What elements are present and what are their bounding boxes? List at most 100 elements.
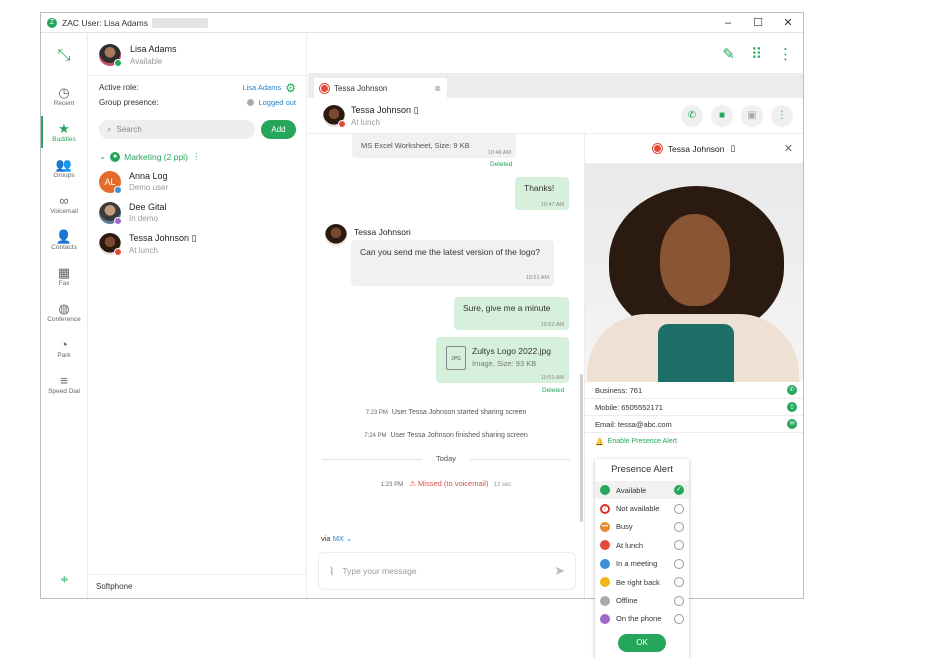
close-window-button[interactable]: ✕ [773, 13, 803, 33]
globe-icon: ◍ [58, 301, 70, 316]
more-menu-icon[interactable]: ⋮ [778, 45, 793, 63]
presence-option-offline[interactable]: Offline [595, 591, 689, 609]
more-icon[interactable]: ⋮ [192, 151, 201, 162]
maximize-button[interactable]: ☐ [743, 13, 773, 33]
file-caption: MS Excel Worksheet, Size: 9 KB [361, 141, 470, 150]
presence-option-available[interactable]: Available ✓ [595, 481, 689, 500]
system-message: 7:24 PM User Tessa Johnson finished shari… [308, 432, 584, 439]
chevron-down-icon: ⌄ [99, 151, 107, 161]
avatar: AL [99, 170, 122, 194]
in-meeting-icon [600, 558, 610, 569]
screen-share-button[interactable]: ▣ [741, 105, 763, 127]
attach-icon[interactable]: ⌇ [329, 565, 334, 578]
email-row[interactable]: Email: tessa@abc.com ✉ [585, 416, 803, 433]
minimize-button[interactable]: – [713, 13, 743, 33]
radio[interactable] [674, 521, 684, 532]
avatar [325, 224, 347, 246]
nav-park[interactable]: ◔ Park [41, 330, 87, 366]
missed-call-message[interactable]: 1:23 PM ⚠ Missed (to voicemail) 13 sec [308, 479, 584, 488]
radio[interactable] [674, 577, 684, 588]
location-pin-icon[interactable]: ⌖ [41, 571, 88, 588]
presence-option-in-a-meeting[interactable]: In a meeting [595, 555, 689, 573]
tab-bar: Tessa Johnson ⊗ [308, 74, 803, 98]
nav-conference[interactable]: ◍ Conference [41, 294, 87, 330]
softphone-label[interactable]: Softphone [89, 574, 306, 598]
enable-presence-alert-link[interactable]: 🔔 Enable Presence Alert [585, 433, 803, 450]
call-button[interactable]: ✆ [681, 105, 703, 127]
nav-recent[interactable]: ◷ Recent [41, 78, 87, 114]
mobile-icon[interactable]: ▯ [787, 402, 797, 412]
tab-tessa-johnson[interactable]: Tessa Johnson ⊗ [314, 78, 447, 98]
group-presence-value[interactable]: Logged out [258, 98, 296, 107]
avatar [323, 104, 346, 128]
radio[interactable] [674, 503, 684, 514]
my-profile[interactable]: Lisa Adams Available [89, 34, 306, 76]
collapse-icon[interactable]: ⤡ [41, 34, 87, 78]
on-phone-icon [600, 613, 610, 624]
more-actions-button[interactable]: ⋮ [771, 105, 793, 127]
presence-option-be-right-back[interactable]: Be right back [595, 573, 689, 591]
close-tab-icon[interactable]: ⊗ [434, 84, 441, 93]
system-message: 7:23 PM User Tessa Johnson started sharin… [308, 409, 584, 416]
business-row[interactable]: Business: 761 ✆ [585, 382, 803, 399]
contacts-icon: 👤 [55, 229, 73, 244]
contact-name: Dee Gital [129, 202, 167, 212]
add-button[interactable]: Add [261, 120, 296, 139]
contact-item[interactable]: Dee Gital In demo [89, 197, 306, 228]
group-header[interactable]: ⌄ ● Marketing (2 ppl) ⋮ [89, 151, 306, 162]
message-list: MS Excel Worksheet, Size: 9 KB 10:46 AM … [308, 134, 584, 598]
radio[interactable] [674, 595, 684, 606]
incoming-message[interactable]: Can you send me the latest version of th… [351, 240, 554, 286]
contact-item[interactable]: Tessa Johnson ▯ At lunch [89, 228, 306, 259]
active-role-value[interactable]: Lisa Adams [242, 83, 281, 92]
nav-fax[interactable]: ▦ Fax [41, 258, 87, 294]
mobile-number: Mobile: 6505552171 [595, 402, 663, 412]
groups-icon: 👥 [55, 157, 73, 172]
scrollbar[interactable] [580, 374, 583, 522]
send-icon[interactable]: ➤ [554, 563, 565, 579]
contact-item[interactable]: AL Anna Log Demo user [89, 166, 306, 197]
presence-option-at-lunch[interactable]: At lunch [595, 536, 689, 554]
presence-option-on-the-phone[interactable]: On the phone [595, 610, 689, 628]
mobile-icon: ▯ [191, 232, 197, 243]
nav-buddies[interactable]: ★ Buddies [41, 114, 87, 150]
email-icon[interactable]: ✉ [787, 419, 797, 429]
search-input[interactable]: ⌕ Search [99, 120, 255, 139]
radio-checked[interactable]: ✓ [674, 485, 684, 496]
mobile-icon: ▯ [730, 143, 736, 153]
message-text: Can you send me the latest version of th… [360, 247, 541, 257]
outgoing-message[interactable]: Sure, give me a minute 10:52 AM [454, 297, 569, 330]
nav-voicemail[interactable]: ∞ Voicemail [41, 186, 87, 222]
file-message[interactable]: JPG Zultys Logo 2022.jpg Image, Size: 93… [436, 337, 569, 383]
file-message[interactable]: MS Excel Worksheet, Size: 9 KB 10:46 AM [352, 134, 516, 158]
message-input[interactable]: ⌇ Type your message ➤ [318, 552, 576, 590]
compose-icon[interactable]: ✎ [722, 45, 735, 63]
message-time: 10:52 AM [540, 322, 564, 328]
ok-button[interactable]: OK [618, 634, 666, 652]
my-status: Available [130, 56, 163, 66]
nav-label: Voicemail [50, 208, 78, 215]
status-dot [114, 185, 122, 194]
avatar [99, 201, 122, 225]
avatar [99, 232, 122, 256]
close-card-icon[interactable]: ✕ [784, 142, 793, 155]
presence-option-busy[interactable]: ••• Busy [595, 518, 689, 536]
radio[interactable] [674, 613, 684, 624]
via-selector[interactable]: via MX ⌄ [321, 534, 352, 543]
radio[interactable] [674, 558, 684, 569]
nav-contacts[interactable]: 👤 Contacts [41, 222, 87, 258]
dialpad-icon[interactable]: ⠿ [751, 45, 762, 63]
outgoing-message[interactable]: Thanks! 10:47 AM [515, 177, 569, 210]
gear-icon[interactable]: ⚙ [285, 81, 296, 95]
radio[interactable] [674, 540, 684, 551]
nav-label: Park [57, 352, 71, 359]
mobile-row[interactable]: Mobile: 6505552171 ▯ [585, 399, 803, 416]
message-time: 10:51 AM [525, 275, 549, 281]
message-time: 10:46 AM [487, 150, 511, 156]
nav-groups[interactable]: 👥 Groups [41, 150, 87, 186]
presence-link-label: Enable Presence Alert [607, 438, 677, 445]
nav-speed-dial[interactable]: ≡ Speed Dial [41, 366, 87, 402]
phone-icon[interactable]: ✆ [787, 385, 797, 395]
video-button[interactable]: ■ [711, 105, 733, 127]
presence-option-not-available[interactable]: / Not available [595, 499, 689, 517]
